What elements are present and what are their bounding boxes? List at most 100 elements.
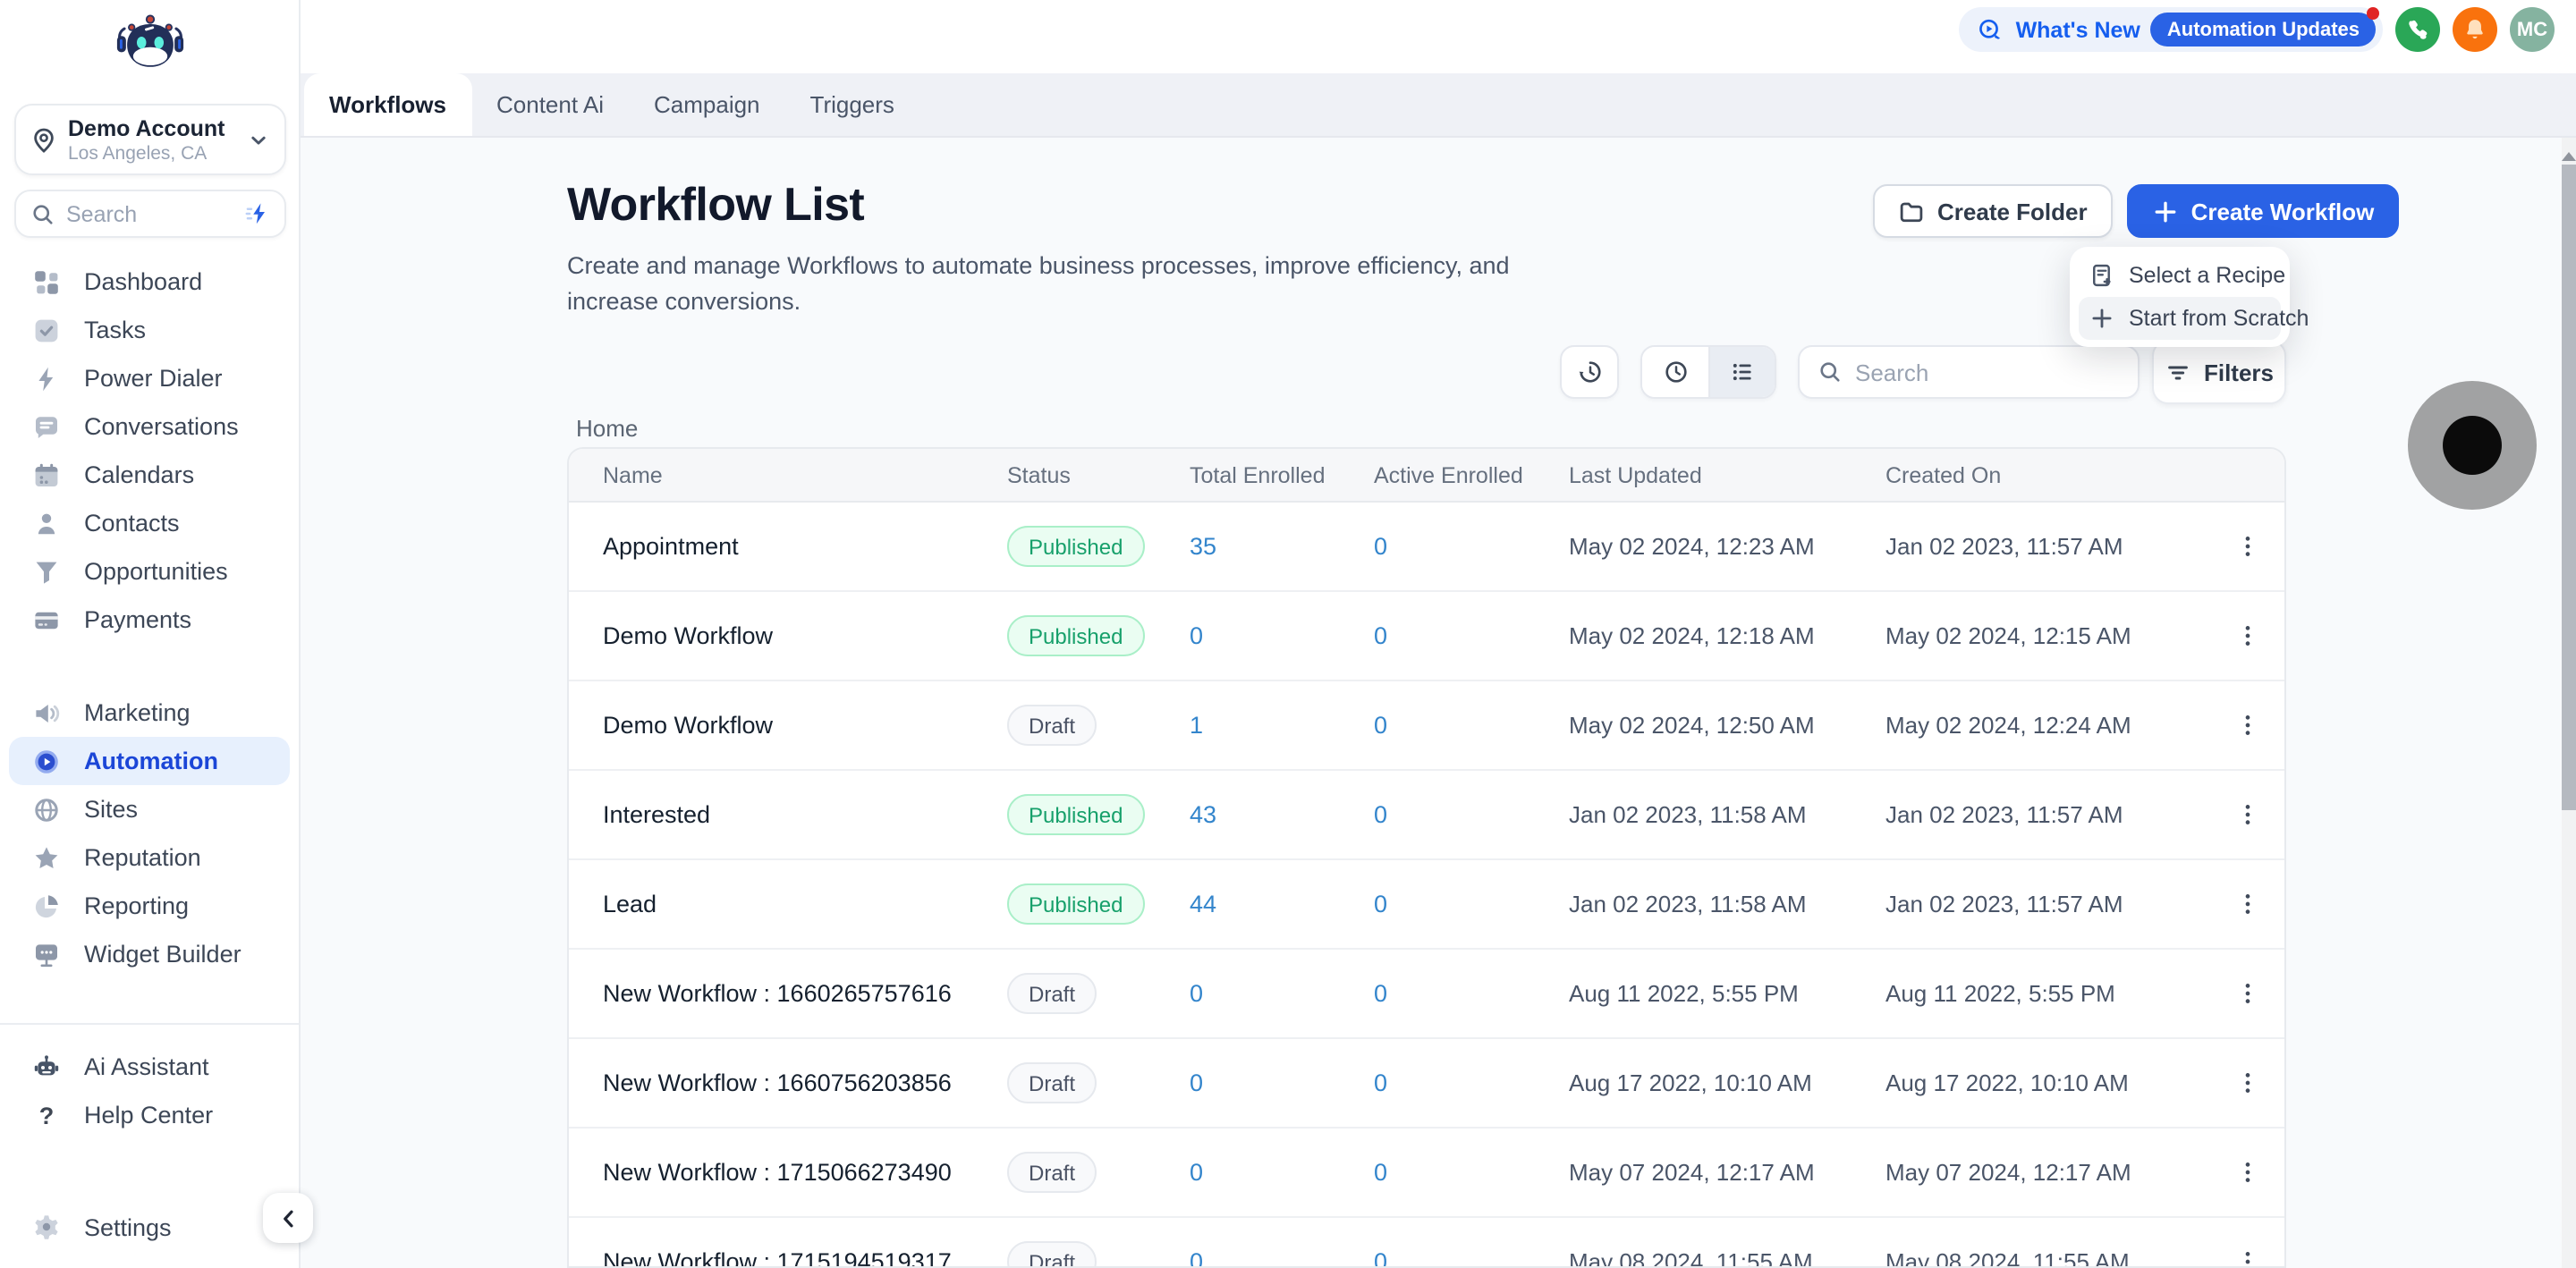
total-enrolled-link[interactable]: 44 [1190,890,1216,917]
sidebar-item-label: Sites [84,796,139,823]
total-enrolled-link[interactable]: 0 [1190,979,1203,1006]
last-updated: May 02 2024, 12:50 AM [1569,712,1815,739]
view-recent-button[interactable] [1642,347,1708,397]
card-icon [32,605,61,634]
sidebar-item-calendars[interactable]: Calendars [9,451,290,499]
workflow-name[interactable]: Demo Workflow [603,622,1007,649]
last-updated: May 07 2024, 12:17 AM [1569,1159,1815,1186]
breadcrumb[interactable]: Home [576,415,638,442]
column-header-last-updated: Last Updated [1569,462,1702,487]
sidebar: Demo Account Los Angeles, CA Search Dash… [0,0,301,1268]
phone-button[interactable] [2395,7,2440,52]
kebab-icon [2234,801,2261,828]
row-actions-button[interactable] [2224,881,2271,927]
whats-new-button[interactable]: What's New Automation Updates [1958,7,2383,52]
notifications-button[interactable] [2453,7,2497,52]
sidebar-item-contacts[interactable]: Contacts [9,499,290,547]
active-enrolled-link[interactable]: 0 [1374,979,1387,1006]
workflow-search-input[interactable]: Search [1798,345,2140,399]
row-actions-button[interactable] [2224,1149,2271,1196]
active-enrolled-link[interactable]: 0 [1374,1069,1387,1095]
sidebar-item-opportunities[interactable]: Opportunities [9,547,290,596]
row-actions-button[interactable] [2224,1238,2271,1266]
scrollbar-thumb[interactable] [2562,165,2576,810]
row-actions-button[interactable] [2224,970,2271,1017]
scroll-up-arrow[interactable] [2562,138,2576,161]
sidebar-item-tasks[interactable]: Tasks [9,306,290,354]
active-enrolled-link[interactable]: 0 [1374,621,1387,648]
automation-updates-label: Automation Updates [2166,19,2360,40]
sidebar-item-label: Conversations [84,413,239,440]
tab-content-ai[interactable]: Content Ai [471,73,629,136]
workflow-name[interactable]: Interested [603,801,1007,828]
create-folder-button[interactable]: Create Folder [1873,184,2113,238]
sidebar-item-marketing[interactable]: Marketing [9,689,290,737]
sidebar-item-reporting[interactable]: Reporting [9,882,290,930]
total-enrolled-link[interactable]: 35 [1190,532,1216,559]
workflow-name[interactable]: Appointment [603,533,1007,560]
status-badge: Published [1007,615,1145,656]
table-row: New Workflow : 1715194519317 Draft 0 0 May 0… [569,1218,2284,1266]
row-actions-button[interactable] [2224,791,2271,838]
active-enrolled-link[interactable]: 0 [1374,711,1387,738]
total-enrolled-link[interactable]: 0 [1190,1247,1203,1266]
workflow-name[interactable]: New Workflow : 1660756203856 [603,1069,1007,1096]
sidebar-item-conversations[interactable]: Conversations [9,402,290,451]
history-button[interactable] [1560,345,1619,399]
menu-item-start-from-scratch[interactable]: Start from Scratch [2079,297,2309,340]
sidebar-item-payments[interactable]: Payments [9,596,290,644]
workflow-name[interactable]: New Workflow : 1715194519317 [603,1248,1007,1266]
total-enrolled-link[interactable]: 1 [1190,711,1203,738]
menu-item-select-a-recipe[interactable]: Select a Recipe [2079,254,2285,297]
tab-workflows[interactable]: Workflows [304,73,471,136]
workflow-name[interactable]: New Workflow : 1660265757616 [603,980,1007,1007]
status-cell: Published [1007,526,1190,567]
tab-triggers[interactable]: Triggers [785,73,919,136]
gear-icon [32,1213,61,1241]
sidebar-item-widget-builder[interactable]: Widget Builder [9,930,290,978]
sidebar-item-reputation[interactable]: Reputation [9,833,290,882]
account-switcher[interactable]: Demo Account Los Angeles, CA [14,104,286,175]
sidebar-item-settings[interactable]: Settings [9,1200,290,1254]
row-actions-button[interactable] [2224,613,2271,659]
status-badge: Published [1007,794,1145,835]
workflow-name[interactable]: Demo Workflow [603,712,1007,739]
settings-label: Settings [84,1213,172,1240]
filters-button[interactable]: Filters [2152,340,2286,404]
view-list-button[interactable] [1708,347,1775,397]
sidebar-search-input[interactable]: Search [14,190,286,238]
scrollbar[interactable] [2562,138,2576,1268]
total-enrolled-link[interactable]: 43 [1190,800,1216,827]
sidebar-item-automation[interactable]: Automation [9,737,290,785]
active-enrolled-link[interactable]: 0 [1374,890,1387,917]
active-enrolled-link[interactable]: 0 [1374,532,1387,559]
avatar[interactable]: MC [2510,7,2555,52]
sidebar-collapse-button[interactable] [263,1193,313,1243]
active-enrolled-link[interactable]: 0 [1374,800,1387,827]
main-content: Workflow List Create and manage Workflow… [301,138,2576,1268]
sidebar-item-power-dialer[interactable]: Power Dialer [9,354,290,402]
sidebar-item-label: Widget Builder [84,941,242,968]
sidebar-item-help-center[interactable]: ? Help Center [9,1091,290,1139]
create-workflow-button[interactable]: Create Workflow [2126,184,2400,238]
phone-icon [2404,16,2431,43]
row-actions-button[interactable] [2224,702,2271,748]
active-enrolled-link[interactable]: 0 [1374,1158,1387,1185]
table-row: Lead Published 44 0 Jan 02 2023, 11:58 AM Jan… [569,860,2284,950]
kebab-icon [2234,980,2261,1007]
ai-bolt-icon [243,200,270,227]
total-enrolled-link[interactable]: 0 [1190,1069,1203,1095]
tab-campaign[interactable]: Campaign [629,73,785,136]
sidebar-item-dashboard[interactable]: Dashboard [9,258,290,306]
total-enrolled-link[interactable]: 0 [1190,1158,1203,1185]
automation-updates-badge[interactable]: Automation Updates [2150,7,2379,46]
funnel-icon [32,557,61,586]
active-enrolled-link[interactable]: 0 [1374,1247,1387,1266]
row-actions-button[interactable] [2224,1060,2271,1106]
sidebar-item-sites[interactable]: Sites [9,785,290,833]
workflow-name[interactable]: New Workflow : 1715066273490 [603,1159,1007,1186]
sidebar-item-ai-assistant[interactable]: Ai Assistant [9,1043,290,1091]
total-enrolled-link[interactable]: 0 [1190,621,1203,648]
row-actions-button[interactable] [2224,523,2271,570]
workflow-name[interactable]: Lead [603,891,1007,917]
